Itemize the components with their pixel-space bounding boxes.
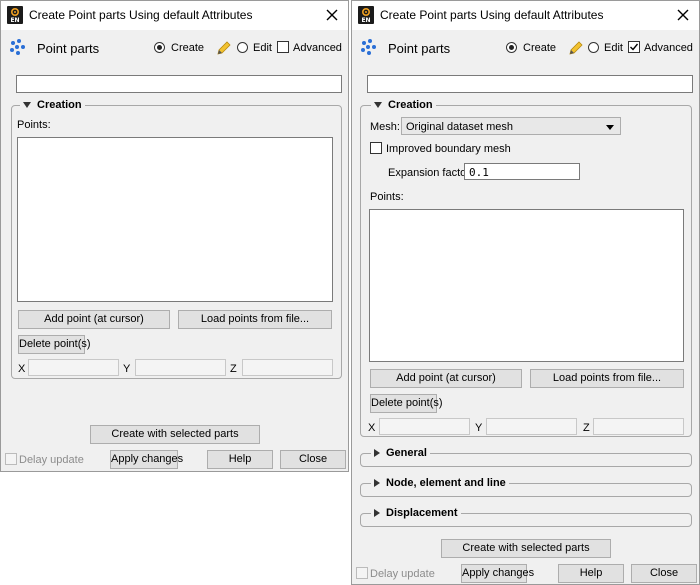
z-label: Z <box>230 363 237 375</box>
x-coordinate-field <box>28 359 119 376</box>
mesh-dropdown[interactable]: Original dataset mesh <box>401 117 621 135</box>
point-parts-icon <box>10 39 25 55</box>
dialog-basic: EN Create Point parts Using default Attr… <box>0 0 349 472</box>
general-group: General <box>360 447 692 467</box>
delete-point-button[interactable]: Delete point(s) <box>370 394 443 413</box>
points-label: Points: <box>17 119 51 131</box>
title-bar[interactable]: EN Create Point parts Using default Attr… <box>352 1 699 30</box>
z-label: Z <box>583 422 590 434</box>
z-coordinate-field <box>242 359 333 376</box>
checkmark-icon <box>630 43 639 51</box>
close-window-icon[interactable] <box>323 6 341 24</box>
creation-section-toggle[interactable]: Creation <box>371 99 436 111</box>
chevron-right-icon <box>374 479 380 488</box>
close-button[interactable]: Close <box>280 450 346 469</box>
creation-section-toggle[interactable]: Creation <box>20 99 85 111</box>
mode-create-radio[interactable] <box>506 42 517 53</box>
advanced-checkbox[interactable] <box>628 41 640 53</box>
y-coordinate-field <box>135 359 226 376</box>
x-label: X <box>18 363 26 375</box>
y-label: Y <box>475 422 483 434</box>
title-bar[interactable]: EN Create Point parts Using default Attr… <box>1 1 348 30</box>
improved-boundary-checkbox[interactable] <box>370 142 382 154</box>
x-label: X <box>368 422 376 434</box>
delay-update-checkbox[interactable] <box>5 453 17 465</box>
creation-caption: Creation <box>37 99 82 111</box>
point-parts-icon <box>361 39 376 55</box>
pencil-icon <box>569 41 583 55</box>
z-coordinate-field <box>593 418 684 435</box>
ensight-app-icon: EN <box>7 6 23 24</box>
node-element-line-group: Node, element and line <box>360 477 692 497</box>
y-coordinate-field <box>486 418 577 435</box>
mode-create-radio[interactable] <box>154 42 165 53</box>
load-points-button[interactable]: Load points from file... <box>178 310 332 329</box>
close-window-icon[interactable] <box>674 6 692 24</box>
chevron-right-icon <box>374 509 380 518</box>
expansion-factor-label: Expansion factor <box>388 167 470 179</box>
advanced-label[interactable]: Advanced <box>644 42 693 54</box>
general-caption: General <box>386 447 427 459</box>
window-title: Create Point parts Using default Attribu… <box>29 8 253 22</box>
creation-caption: Creation <box>388 99 433 111</box>
points-list[interactable] <box>17 137 333 302</box>
general-section-toggle[interactable]: General <box>371 447 430 459</box>
mode-create-label[interactable]: Create <box>523 42 556 54</box>
x-coordinate-field <box>379 418 470 435</box>
delay-update-checkbox[interactable] <box>356 567 368 579</box>
apply-changes-button[interactable]: Apply changes <box>461 564 534 583</box>
chevron-down-icon <box>374 102 382 109</box>
expansion-factor-input[interactable]: 0.1 <box>464 163 580 180</box>
apply-changes-button[interactable]: Apply changes <box>110 450 183 469</box>
improved-boundary-label[interactable]: Improved boundary mesh <box>386 143 511 155</box>
add-point-button[interactable]: Add point (at cursor) <box>370 369 522 388</box>
ensight-app-icon: EN <box>358 6 374 24</box>
mesh-dropdown-value: Original dataset mesh <box>406 121 513 133</box>
part-type-title: Point parts <box>37 41 100 56</box>
displacement-section-toggle[interactable]: Displacement <box>371 507 461 519</box>
mode-edit-radio[interactable] <box>588 42 599 53</box>
part-name-input[interactable] <box>367 75 693 93</box>
mode-edit-label[interactable]: Edit <box>604 42 623 54</box>
y-label: Y <box>123 363 131 375</box>
mode-create-label[interactable]: Create <box>171 42 204 54</box>
part-name-input[interactable] <box>16 75 342 93</box>
part-type-title: Point parts <box>388 41 451 56</box>
create-with-selected-parts-button[interactable]: Create with selected parts <box>90 425 260 444</box>
close-button[interactable]: Close <box>631 564 697 583</box>
dialog-advanced: EN Create Point parts Using default Attr… <box>351 0 700 585</box>
points-list[interactable] <box>369 209 684 362</box>
delete-point-button[interactable]: Delete point(s) <box>18 335 91 354</box>
mesh-label: Mesh: <box>370 121 400 133</box>
advanced-checkbox[interactable] <box>277 41 289 53</box>
help-button[interactable]: Help <box>207 450 273 469</box>
mode-edit-label[interactable]: Edit <box>253 42 272 54</box>
load-points-button[interactable]: Load points from file... <box>530 369 684 388</box>
node-element-line-caption: Node, element and line <box>386 477 506 489</box>
chevron-down-icon <box>23 102 31 109</box>
delay-update-label[interactable]: Delay update <box>370 568 435 580</box>
displacement-caption: Displacement <box>386 507 458 519</box>
dropdown-arrow-icon <box>606 125 614 130</box>
window-title: Create Point parts Using default Attribu… <box>380 8 604 22</box>
mode-edit-radio[interactable] <box>237 42 248 53</box>
pencil-icon <box>217 41 231 55</box>
chevron-right-icon <box>374 449 380 458</box>
points-label: Points: <box>370 191 404 203</box>
add-point-button[interactable]: Add point (at cursor) <box>18 310 170 329</box>
create-with-selected-parts-button[interactable]: Create with selected parts <box>441 539 611 558</box>
displacement-group: Displacement <box>360 507 692 527</box>
advanced-label[interactable]: Advanced <box>293 42 342 54</box>
delay-update-label[interactable]: Delay update <box>19 454 84 466</box>
node-element-line-section-toggle[interactable]: Node, element and line <box>371 477 509 489</box>
help-button[interactable]: Help <box>558 564 624 583</box>
